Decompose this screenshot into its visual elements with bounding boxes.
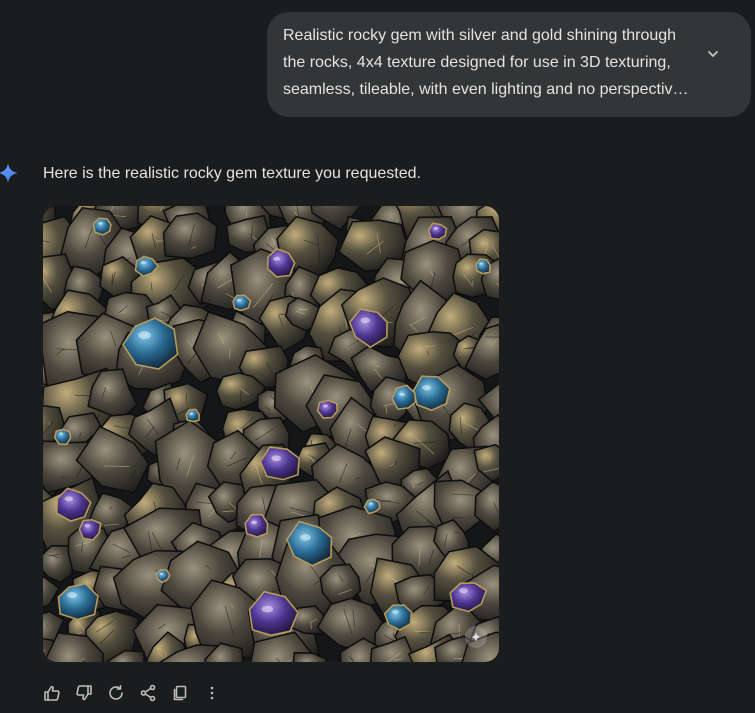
blue-gem xyxy=(232,294,252,312)
gem-highlight xyxy=(251,520,257,525)
gem-highlight xyxy=(59,432,63,435)
gem-highlight xyxy=(360,317,371,324)
refresh-icon xyxy=(109,685,123,700)
chat-page: Realistic rocky gem with silver and gold… xyxy=(0,0,755,713)
thumbs-down-button[interactable] xyxy=(72,681,96,705)
gem-highlight xyxy=(64,496,74,502)
expand-prompt-button[interactable] xyxy=(701,42,725,66)
copy-button[interactable] xyxy=(168,681,192,705)
rock-gem-texture xyxy=(43,206,499,662)
thumbs-up-icon xyxy=(44,685,60,701)
rock-facet-line xyxy=(297,308,308,311)
chevron-down-icon xyxy=(708,51,718,57)
copy-icon xyxy=(173,685,187,701)
thumbs-down-icon xyxy=(76,685,92,701)
blue-gem xyxy=(92,217,112,236)
gem-highlight xyxy=(369,502,373,505)
gem-highlight xyxy=(422,384,431,391)
gemini-spark-icon xyxy=(0,162,19,184)
gem-highlight xyxy=(273,256,280,261)
gem-highlight xyxy=(138,331,151,340)
rock-facet-line xyxy=(267,377,269,380)
user-prompt-text: Realistic rocky gem with silver and gold… xyxy=(283,27,689,98)
response-actions xyxy=(40,681,232,705)
gem-highlight xyxy=(67,592,77,598)
gem-highlight xyxy=(479,262,483,265)
gem-highlight xyxy=(300,534,311,541)
rock-facet-line xyxy=(485,336,499,338)
gem-highlight xyxy=(271,455,282,462)
regenerate-button[interactable] xyxy=(104,681,128,705)
more-vert-icon xyxy=(210,686,214,700)
gem-highlight xyxy=(433,227,439,230)
gem-highlight xyxy=(84,524,91,528)
gem-highlight xyxy=(392,609,399,614)
generated-texture-image[interactable] xyxy=(43,206,499,662)
gem-highlight xyxy=(140,261,147,265)
share-icon xyxy=(140,684,156,702)
gem-highlight xyxy=(399,392,405,397)
gem-highlight xyxy=(189,412,194,415)
share-button[interactable] xyxy=(136,681,160,705)
gem-highlight xyxy=(261,605,274,613)
gem-highlight xyxy=(459,587,468,594)
ai-generated-badge-icon xyxy=(465,626,487,648)
purple-gem xyxy=(244,513,269,538)
gem-highlight xyxy=(323,404,328,408)
blue-gem xyxy=(53,428,72,446)
gem-highlight xyxy=(159,572,164,575)
gem-highlight xyxy=(236,299,242,302)
purple-gem xyxy=(316,399,339,419)
user-prompt-bubble: Realistic rocky gem with silver and gold… xyxy=(267,12,751,117)
blue-gem xyxy=(185,408,201,423)
thumbs-up-button[interactable] xyxy=(40,681,64,705)
more-options-button[interactable] xyxy=(200,681,224,705)
response-text: Here is the realistic rocky gem texture … xyxy=(43,165,421,182)
gem-highlight xyxy=(98,222,104,225)
blue-gem xyxy=(475,258,491,275)
